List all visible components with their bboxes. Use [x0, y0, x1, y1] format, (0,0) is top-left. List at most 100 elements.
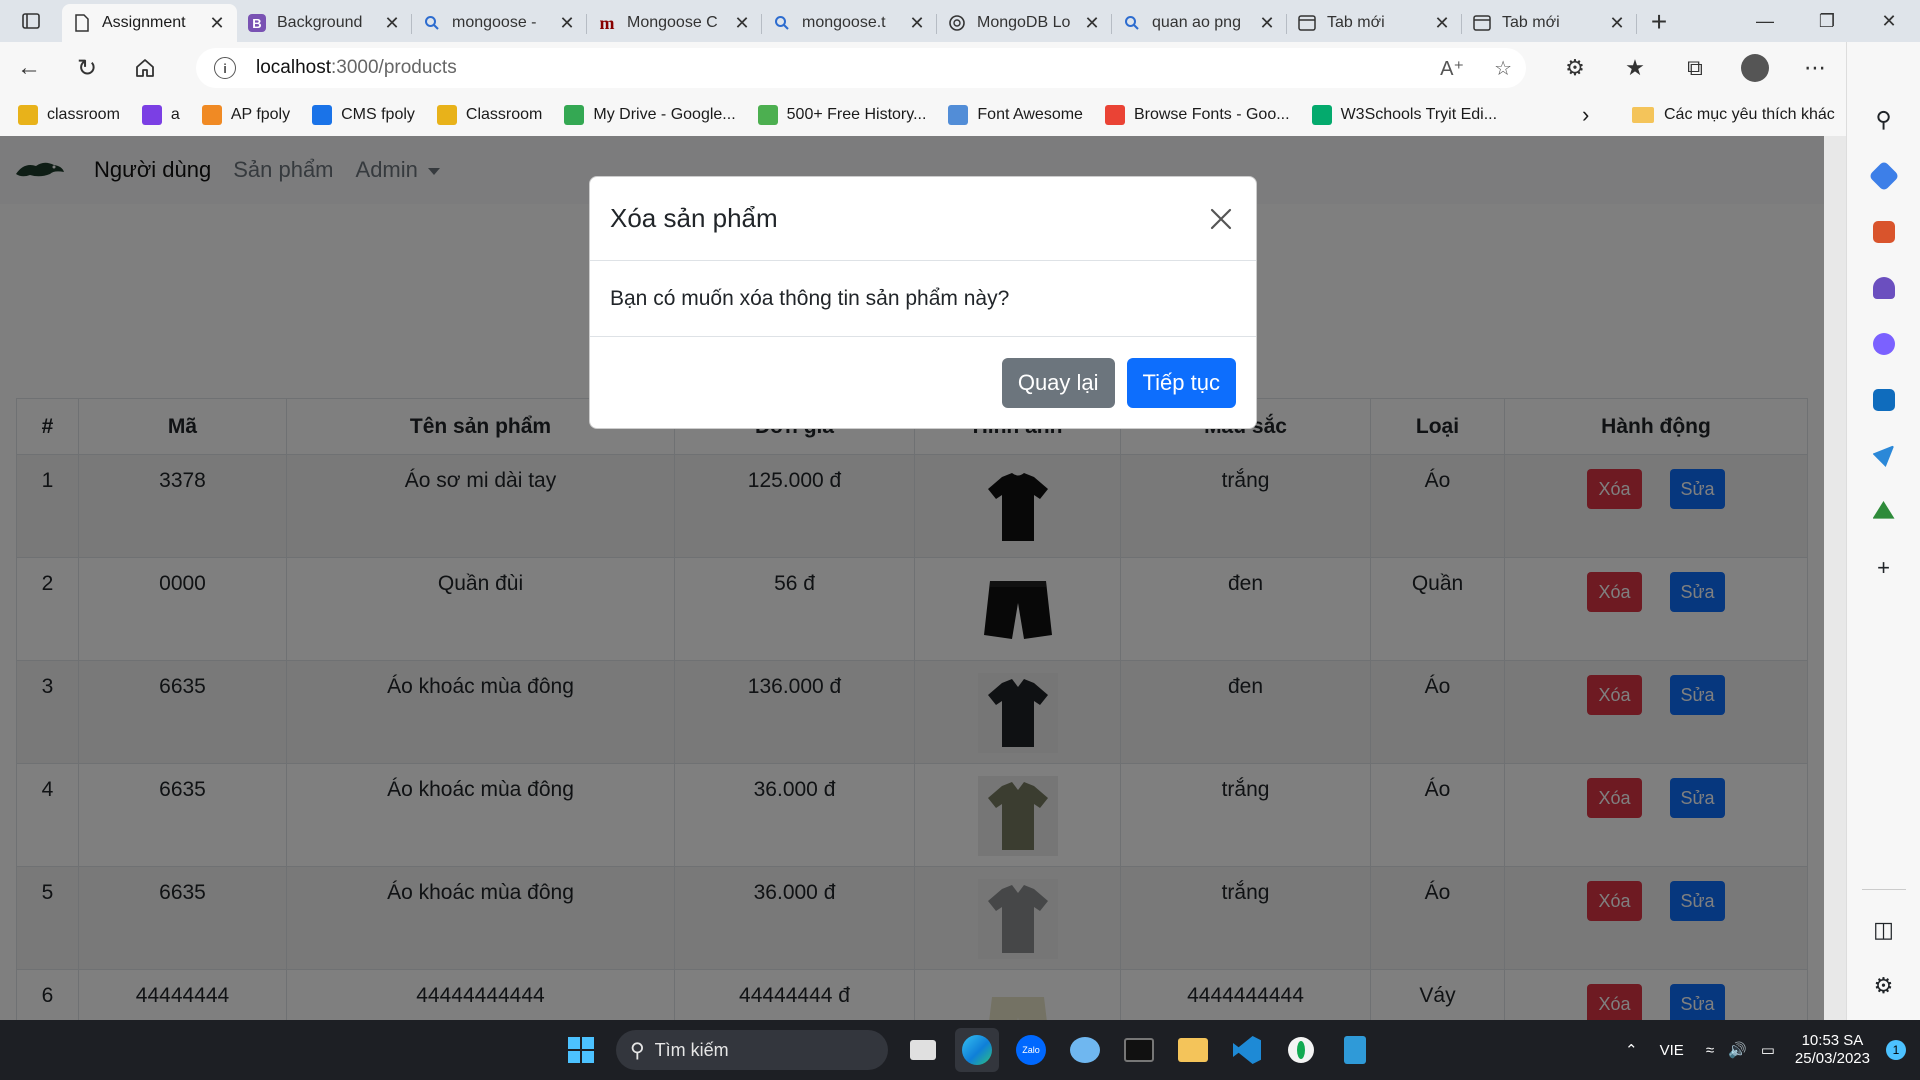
- modal-backdrop[interactable]: Xóa sản phẩm Bạn có muốn xóa thông tin s…: [0, 136, 1824, 1020]
- favorites-icon[interactable]: ★: [1605, 55, 1665, 81]
- favorite-label: classroom: [47, 106, 120, 123]
- more-icon[interactable]: ⋯: [1785, 55, 1845, 81]
- taskbar-mongodb[interactable]: [1279, 1028, 1323, 1072]
- taskbar-zalo[interactable]: Zalo: [1009, 1028, 1053, 1072]
- favorites-overflow-icon[interactable]: ›: [1582, 94, 1589, 136]
- browser-tab[interactable]: Tab mới ✕: [1462, 4, 1637, 42]
- sidebar-games-button[interactable]: [1860, 264, 1908, 312]
- favorite-icon: [18, 105, 38, 125]
- edge-icon: [962, 1035, 992, 1065]
- sidebar-settings-button[interactable]: ⚙: [1860, 962, 1908, 1010]
- close-tab-icon[interactable]: ✕: [1257, 13, 1277, 34]
- language-indicator[interactable]: VIE: [1660, 1042, 1684, 1059]
- taskbar-notepad[interactable]: [1333, 1028, 1377, 1072]
- home-button[interactable]: [116, 42, 174, 94]
- microsoft365-icon: [1872, 333, 1895, 355]
- favorite-link[interactable]: AP fpoly: [201, 105, 291, 125]
- restore-button[interactable]: ❐: [1796, 0, 1858, 42]
- browser-tab[interactable]: B Background ✕: [237, 4, 412, 42]
- notepad-icon: [1344, 1036, 1366, 1064]
- extensions-icon[interactable]: ⚙: [1545, 55, 1605, 81]
- browser-tab[interactable]: Assignment ✕: [62, 4, 237, 42]
- favorite-link[interactable]: Font Awesome: [948, 105, 1083, 125]
- sidebar-add-button[interactable]: +: [1860, 544, 1908, 592]
- clock[interactable]: 10:53 SA 25/03/2023: [1795, 1032, 1870, 1068]
- sidebar-split-button[interactable]: ◫: [1860, 906, 1908, 954]
- task-view-button[interactable]: [901, 1028, 945, 1072]
- sidebar-shopping-button[interactable]: [1860, 152, 1908, 200]
- close-tab-icon[interactable]: ✕: [557, 13, 577, 34]
- other-favorites[interactable]: Các mục yêu thích khác: [1632, 94, 1835, 136]
- favorite-label: a: [170, 106, 180, 123]
- browser-tab[interactable]: mongoose - ✕: [412, 4, 587, 42]
- favorite-link[interactable]: a: [141, 105, 180, 125]
- sidebar-tree-button[interactable]: [1860, 488, 1908, 536]
- address-bar[interactable]: i localhost:3000/products A⁺ ☆: [196, 48, 1526, 88]
- close-window-button[interactable]: ✕: [1858, 0, 1920, 42]
- favorite-label: AP fpoly: [230, 106, 291, 123]
- close-tab-icon[interactable]: ✕: [907, 13, 927, 34]
- refresh-button[interactable]: ↻: [58, 42, 116, 94]
- page-scrollbar[interactable]: [1824, 136, 1846, 1020]
- add-favorite-icon[interactable]: ☆: [1494, 56, 1512, 81]
- start-button[interactable]: [559, 1028, 603, 1072]
- battery-icon[interactable]: ▭: [1761, 1041, 1775, 1059]
- browser-tab[interactable]: m Mongoose C ✕: [587, 4, 762, 42]
- continue-button[interactable]: Tiếp tục: [1126, 358, 1236, 408]
- wifi-icon[interactable]: ≈: [1706, 1042, 1714, 1059]
- sidebar-m365-button[interactable]: [1860, 320, 1908, 368]
- back-modal-button[interactable]: Quay lại: [1001, 358, 1115, 408]
- back-button[interactable]: ←: [0, 42, 58, 94]
- close-tab-icon[interactable]: ✕: [1607, 13, 1627, 34]
- favorite-link[interactable]: CMS fpoly: [312, 105, 415, 125]
- favorite-label: Classroom: [465, 106, 543, 123]
- close-tab-icon[interactable]: ✕: [1082, 13, 1102, 34]
- read-aloud-icon[interactable]: A⁺: [1440, 56, 1464, 81]
- favorite-link[interactable]: classroom: [18, 105, 120, 125]
- modal-title: Xóa sản phẩm: [610, 203, 778, 233]
- delete-product-modal: Xóa sản phẩm Bạn có muốn xóa thông tin s…: [589, 176, 1257, 429]
- favorite-link[interactable]: Browse Fonts - Goo...: [1104, 105, 1290, 125]
- favorite-link[interactable]: Classroom: [436, 105, 543, 125]
- minimize-button[interactable]: —: [1734, 0, 1796, 42]
- favorite-link[interactable]: W3Schools Tryit Edi...: [1311, 105, 1498, 125]
- modal-header: Xóa sản phẩm: [590, 177, 1256, 261]
- new-tab-button[interactable]: +: [1637, 2, 1681, 42]
- favorite-link[interactable]: 500+ Free History...: [757, 105, 926, 125]
- browser-tab[interactable]: MongoDB Lo ✕: [937, 4, 1112, 42]
- profile-avatar[interactable]: [1741, 54, 1769, 82]
- sidebar-search-button[interactable]: ⚲: [1860, 96, 1908, 144]
- close-tab-icon[interactable]: ✕: [1432, 13, 1452, 34]
- site-info-icon[interactable]: i: [214, 57, 236, 79]
- bootstrap-icon: B: [247, 13, 267, 33]
- taskbar-explorer[interactable]: [1171, 1028, 1215, 1072]
- browser-tab[interactable]: quan ao png ✕: [1112, 4, 1287, 42]
- favorite-icon: [1104, 105, 1125, 125]
- tab-actions-button[interactable]: [0, 0, 62, 42]
- tab-title: mongoose -: [452, 14, 537, 31]
- favorite-label: W3Schools Tryit Edi...: [1340, 106, 1498, 123]
- search-icon: [422, 13, 442, 33]
- vscode-icon: [1233, 1036, 1261, 1064]
- taskbar-edge[interactable]: [955, 1028, 999, 1072]
- taskbar-paint[interactable]: [1063, 1028, 1107, 1072]
- sidebar-send-button[interactable]: [1860, 432, 1908, 480]
- browser-tab[interactable]: Tab mới ✕: [1287, 4, 1462, 42]
- close-tab-icon[interactable]: ✕: [382, 13, 402, 34]
- close-tab-icon[interactable]: ✕: [732, 13, 752, 34]
- newtab-icon: [1472, 13, 1492, 33]
- notification-badge[interactable]: 1: [1886, 1040, 1906, 1060]
- taskbar-search[interactable]: ⚲ Tìm kiếm: [616, 1030, 888, 1070]
- close-tab-icon[interactable]: ✕: [207, 13, 227, 34]
- volume-icon[interactable]: 🔊: [1728, 1041, 1747, 1059]
- taskbar-vscode[interactable]: [1225, 1028, 1269, 1072]
- collections-icon[interactable]: ⧉: [1665, 55, 1725, 81]
- browser-tab[interactable]: mongoose.t ✕: [762, 4, 937, 42]
- taskbar-terminal[interactable]: [1117, 1028, 1161, 1072]
- favorite-label: My Drive - Google...: [593, 106, 736, 123]
- modal-close-button[interactable]: [1206, 204, 1236, 234]
- tray-overflow-icon[interactable]: ⌃: [1625, 1041, 1638, 1059]
- favorite-link[interactable]: My Drive - Google...: [564, 105, 736, 125]
- sidebar-tools-button[interactable]: [1860, 208, 1908, 256]
- sidebar-outlook-button[interactable]: [1860, 376, 1908, 424]
